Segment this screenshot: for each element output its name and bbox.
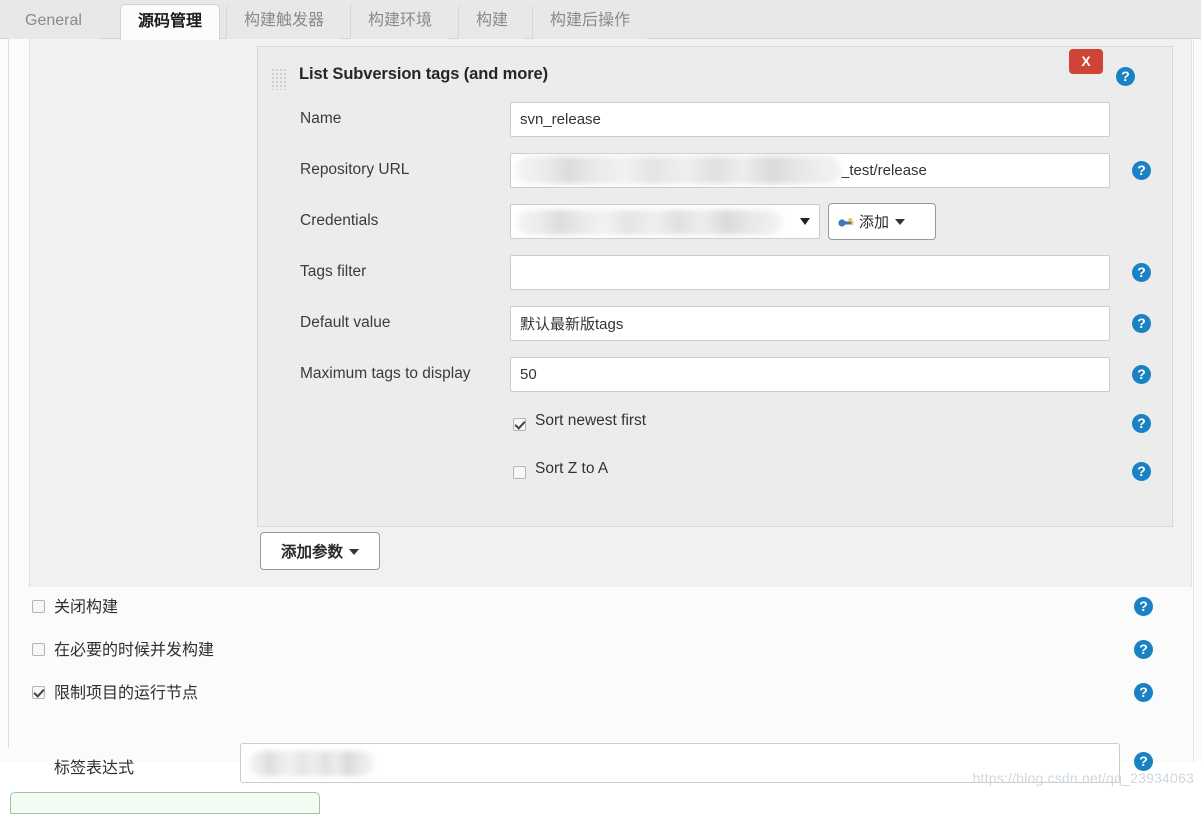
label-credentials: Credentials bbox=[300, 212, 379, 229]
label-name: Name bbox=[300, 110, 342, 127]
tab-post-build-actions[interactable]: 构建后操作 bbox=[532, 4, 648, 39]
restrict-node-help-icon[interactable]: ? bbox=[1134, 683, 1153, 702]
sort-z-to-a-label[interactable]: Sort Z to A bbox=[535, 460, 608, 478]
concurrent-build-label[interactable]: 在必要的时候并发构建 bbox=[54, 636, 214, 660]
sort-newest-first-help-icon[interactable]: ? bbox=[1132, 414, 1151, 433]
field-row-tags-filter: Tags filter ? bbox=[258, 250, 1172, 300]
default-value-help-icon[interactable]: ? bbox=[1132, 314, 1151, 333]
option-row-disable-build: 关闭构建 ? bbox=[9, 587, 1194, 630]
option-row-restrict-node: 限制项目的运行节点 ? bbox=[9, 673, 1194, 716]
checkbox-row-sort-newest-first: Sort newest first ? bbox=[258, 403, 1172, 451]
name-input[interactable] bbox=[510, 102, 1110, 137]
sort-z-to-a-help-icon[interactable]: ? bbox=[1132, 462, 1151, 481]
chevron-down-icon bbox=[800, 218, 810, 225]
panel-help-icon[interactable]: ? bbox=[1116, 67, 1135, 86]
credentials-redaction bbox=[517, 210, 782, 235]
field-row-maximum-tags: Maximum tags to display ? bbox=[258, 352, 1172, 402]
add-parameter-label: 添加参数 bbox=[280, 544, 343, 561]
checkbox-row-sort-z-to-a: Sort Z to A ? bbox=[258, 451, 1172, 499]
tab-build-environment[interactable]: 构建环境 bbox=[350, 4, 450, 39]
repository-url-input[interactable] bbox=[510, 153, 1110, 188]
label-default-value: Default value bbox=[300, 314, 391, 331]
repository-url-help-icon[interactable]: ? bbox=[1132, 161, 1151, 180]
label-tags-filter: Tags filter bbox=[300, 263, 367, 280]
label-expression-label: 标签表达式 bbox=[54, 760, 135, 777]
right-edge-divider bbox=[1193, 39, 1201, 762]
label-repository-url: Repository URL bbox=[300, 161, 410, 178]
page-body: List Subversion tags (and more) Name Rep… bbox=[0, 39, 1201, 814]
maximum-tags-input[interactable] bbox=[510, 357, 1110, 392]
tab-general[interactable]: General bbox=[8, 4, 99, 39]
watermark: https://blog.csdn.net/qq_23934063 bbox=[972, 770, 1194, 786]
parameter-panel: List Subversion tags (and more) Name Rep… bbox=[257, 46, 1173, 527]
disable-build-help-icon[interactable]: ? bbox=[1134, 597, 1153, 616]
sort-z-to-a-checkbox[interactable] bbox=[513, 466, 526, 479]
tab-build-triggers[interactable]: 构建触发器 bbox=[226, 4, 342, 39]
sort-newest-first-label[interactable]: Sort newest first bbox=[535, 412, 646, 430]
field-row-credentials: Credentials 添加 bbox=[258, 199, 1172, 249]
option-row-concurrent-build: 在必要的时候并发构建 ? bbox=[9, 630, 1194, 673]
panel-title: List Subversion tags (and more) bbox=[299, 65, 549, 83]
add-credentials-label: 添加 bbox=[859, 214, 890, 231]
credentials-select[interactable] bbox=[510, 204, 820, 239]
add-credentials-button[interactable]: 添加 bbox=[828, 203, 936, 240]
concurrent-build-checkbox[interactable] bbox=[32, 643, 45, 656]
maximum-tags-help-icon[interactable]: ? bbox=[1132, 365, 1151, 384]
validation-message-box bbox=[10, 792, 320, 814]
restrict-node-label[interactable]: 限制项目的运行节点 bbox=[54, 679, 198, 703]
tab-bar: General 源码管理 构建触发器 构建环境 构建 构建后操作 bbox=[0, 0, 1201, 40]
label-expression-redaction bbox=[249, 751, 374, 776]
key-icon bbox=[838, 218, 854, 227]
default-value-input[interactable] bbox=[510, 306, 1110, 341]
drag-handle-icon[interactable] bbox=[271, 68, 286, 90]
sort-newest-first-checkbox[interactable] bbox=[513, 418, 526, 431]
disable-build-label[interactable]: 关闭构建 bbox=[54, 593, 118, 617]
remove-parameter-button[interactable]: X bbox=[1069, 49, 1103, 74]
caret-down-icon bbox=[895, 219, 906, 226]
field-row-default-value: Default value ? bbox=[258, 301, 1172, 351]
field-row-name: Name bbox=[258, 97, 1172, 147]
restrict-node-checkbox[interactable] bbox=[32, 686, 45, 699]
tags-filter-input[interactable] bbox=[510, 255, 1110, 290]
content-rail: List Subversion tags (and more) Name Rep… bbox=[8, 39, 1194, 783]
panel-header: List Subversion tags (and more) bbox=[258, 47, 1172, 97]
concurrent-build-help-icon[interactable]: ? bbox=[1134, 640, 1153, 659]
field-row-repository-url: Repository URL ? bbox=[258, 148, 1172, 198]
caret-down-icon bbox=[349, 548, 359, 555]
label-maximum-tags: Maximum tags to display bbox=[300, 365, 471, 382]
add-parameter-button[interactable]: 添加参数 bbox=[260, 532, 380, 570]
tab-source-code-management[interactable]: 源码管理 bbox=[120, 4, 221, 40]
tab-build[interactable]: 构建 bbox=[458, 4, 526, 39]
disable-build-checkbox[interactable] bbox=[32, 600, 45, 613]
tags-filter-help-icon[interactable]: ? bbox=[1132, 263, 1151, 282]
